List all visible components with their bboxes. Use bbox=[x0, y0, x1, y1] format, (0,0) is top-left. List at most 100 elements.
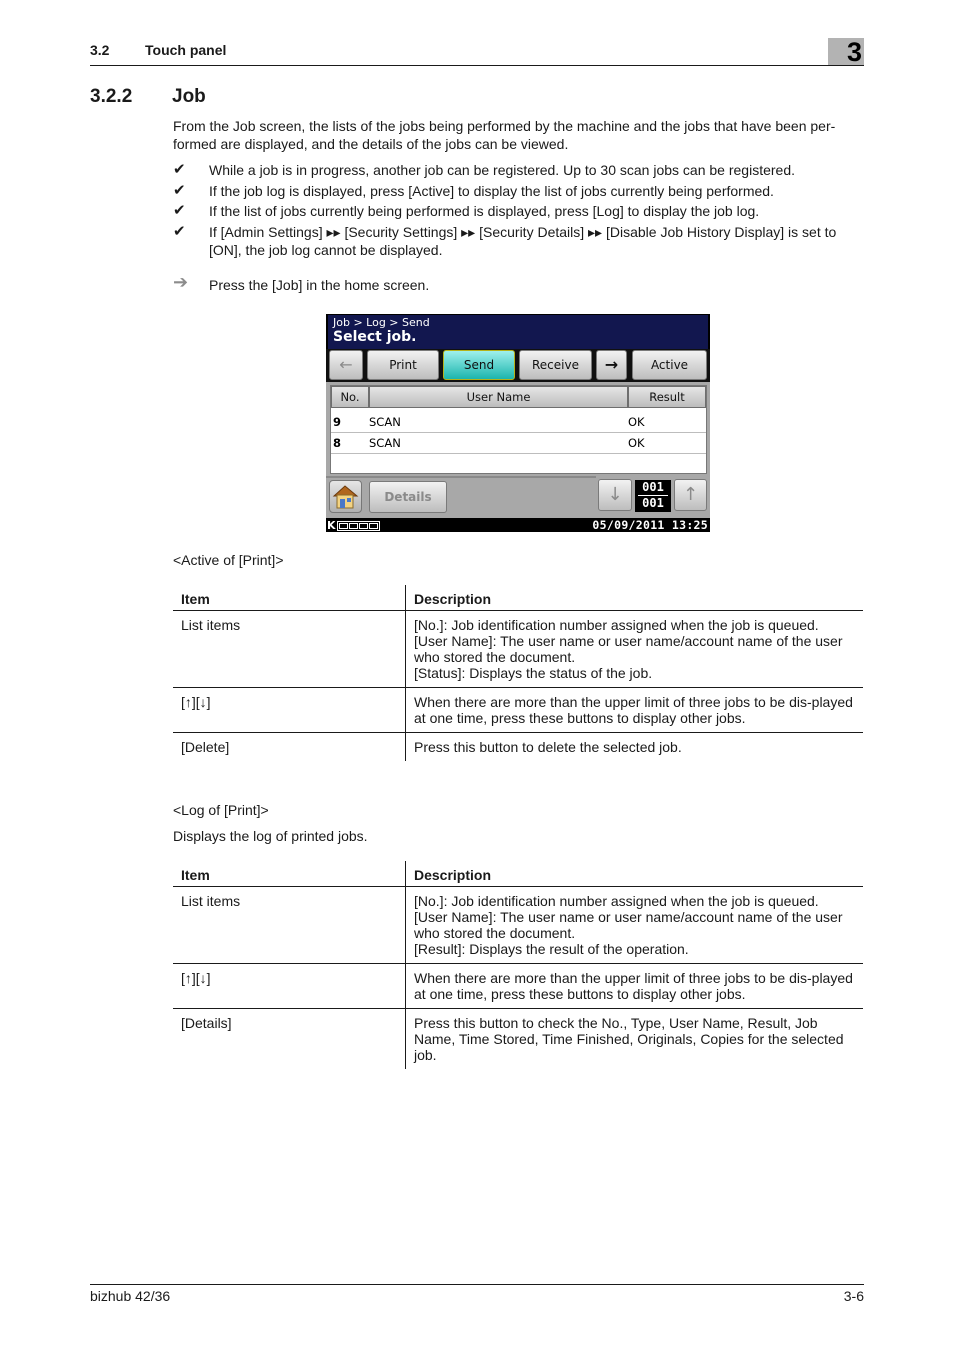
header-item: Item bbox=[181, 867, 210, 883]
arrow-right-icon: → bbox=[604, 355, 619, 374]
toner-level-icon bbox=[337, 521, 380, 531]
chapter-number: 3 bbox=[846, 37, 862, 67]
job-number: 9 bbox=[333, 415, 342, 429]
row-description: [No.]: Job identification number assigne… bbox=[405, 887, 863, 963]
description-line: [Result]: Displays the result of the ope… bbox=[414, 941, 689, 957]
job-row[interactable]: 8 SCAN OK bbox=[331, 433, 706, 454]
arrow-right-icon: ➔ bbox=[173, 272, 189, 292]
section-heading: 3.2.2 Job bbox=[90, 86, 206, 108]
arrow-up-icon: ↑ bbox=[682, 484, 699, 505]
table-row: List items [No.]: Job identification num… bbox=[173, 611, 863, 688]
step-text: Press the [Job] in the home screen. bbox=[209, 277, 430, 293]
description-line: [User Name]: The user name or user name/… bbox=[414, 909, 843, 941]
scroll-down-button[interactable]: ↓ bbox=[598, 479, 632, 511]
section-title: Job bbox=[172, 86, 206, 107]
active-button[interactable]: Active bbox=[632, 350, 707, 380]
procedure-step: ➔ Press the [Job] in the home screen. bbox=[173, 272, 865, 294]
description-line: [Status]: Displays the status of the job… bbox=[414, 665, 653, 681]
job-result: OK bbox=[628, 436, 645, 450]
note-bullet: ✔ While a job is in progress, another jo… bbox=[173, 161, 865, 179]
table-header-row: Item Description bbox=[173, 861, 863, 887]
page-current: 001 bbox=[642, 480, 664, 494]
header-item: Item bbox=[181, 591, 210, 607]
job-result: OK bbox=[628, 415, 645, 429]
row-description: Press this button to delete the selected… bbox=[405, 733, 863, 761]
table-row: [Delete] Press this button to delete the… bbox=[173, 733, 863, 761]
details-button[interactable]: Details bbox=[369, 481, 447, 513]
row-item: List items bbox=[181, 893, 241, 909]
toner-label: K bbox=[327, 519, 336, 532]
description-line: Press this button to delete the selected… bbox=[414, 739, 682, 755]
divider bbox=[326, 476, 596, 478]
checkmark-icon: ✔ bbox=[173, 223, 186, 240]
next-tab-button[interactable]: → bbox=[596, 350, 627, 380]
job-user-name: SCAN bbox=[369, 436, 401, 450]
note-text: While a job is in progress, another job … bbox=[209, 162, 795, 178]
panel-heading: Select job. bbox=[333, 329, 417, 345]
row-item: [Delete] bbox=[181, 739, 230, 755]
column-header-result: Result bbox=[628, 386, 706, 408]
active-print-table: Item Description List items [No.]: Job i… bbox=[173, 585, 863, 761]
page-number: 3-6 bbox=[843, 1288, 864, 1304]
touch-panel-screenshot: Job > Log > Send Select job. ← Print Sen… bbox=[326, 314, 710, 532]
page-total: 001 bbox=[642, 496, 664, 510]
table-intro: Displays the log of printed jobs. bbox=[173, 828, 368, 844]
header-description: Description bbox=[405, 585, 863, 610]
table-header-row: Item Description bbox=[173, 585, 863, 611]
row-description: Press this button to check the No., Type… bbox=[405, 1009, 863, 1069]
home-icon bbox=[332, 485, 359, 509]
checkmark-icon: ✔ bbox=[173, 202, 186, 219]
table-caption: <Log of [Print]> bbox=[173, 802, 269, 818]
table-row: [↑][↓] When there are more than the uppe… bbox=[173, 688, 863, 733]
column-header-no: No. bbox=[331, 386, 369, 408]
tab-print[interactable]: Print bbox=[367, 350, 439, 380]
description-line: When there are more than the upper limit… bbox=[414, 970, 853, 1002]
panel-datetime: 05/09/2011 13:25 bbox=[592, 518, 708, 532]
panel-breadcrumb: Job > Log > Send bbox=[333, 316, 430, 329]
section-number: 3.2.2 bbox=[90, 86, 133, 107]
header-description: Description bbox=[405, 861, 863, 886]
row-description: [No.]: Job identification number assigne… bbox=[405, 611, 863, 687]
row-item: [↑][↓] bbox=[181, 970, 211, 986]
prev-tab-button[interactable]: ← bbox=[329, 350, 363, 380]
column-header-user-name: User Name bbox=[369, 386, 628, 408]
note-bullet: ✔ If [Admin Settings] ▸▸ [Security Setti… bbox=[173, 223, 865, 259]
page-footer: bizhub 42/36 3-6 bbox=[90, 1284, 864, 1304]
description-line: Press this button to check the No., Type… bbox=[414, 1015, 844, 1063]
arrow-left-icon: ← bbox=[339, 355, 353, 374]
panel-status-bar: K 05/09/2011 13:25 bbox=[326, 518, 710, 532]
table-row: List items [No.]: Job identification num… bbox=[173, 887, 863, 964]
panel-title-bar: Job > Log > Send Select job. bbox=[328, 315, 708, 349]
panel-tab-bar: ← Print Send Receive → Active bbox=[326, 349, 710, 382]
description-line: When there are more than the upper limit… bbox=[414, 694, 853, 726]
note-text: If [Admin Settings] ▸▸ [Security Setting… bbox=[209, 224, 837, 258]
row-description: When there are more than the upper limit… bbox=[405, 688, 863, 732]
scroll-up-button[interactable]: ↑ bbox=[674, 479, 707, 511]
checkmark-icon: ✔ bbox=[173, 182, 186, 199]
job-list: No. User Name Result 9 SCAN OK 8 SCAN OK bbox=[330, 385, 707, 474]
row-description: When there are more than the upper limit… bbox=[405, 964, 863, 1008]
row-item: [↑][↓] bbox=[181, 694, 211, 710]
log-print-table: Item Description List items [No.]: Job i… bbox=[173, 861, 863, 1069]
product-name: bizhub 42/36 bbox=[90, 1288, 171, 1304]
checkmark-icon: ✔ bbox=[173, 161, 186, 178]
description-line: [User Name]: The user name or user name/… bbox=[414, 633, 843, 665]
tab-send[interactable]: Send bbox=[443, 350, 515, 380]
table-row: [↑][↓] When there are more than the uppe… bbox=[173, 964, 863, 1009]
page-counter: 001 001 bbox=[635, 480, 671, 512]
note-bullet: ✔ If the job log is displayed, press [Ac… bbox=[173, 182, 865, 200]
job-row[interactable]: 9 SCAN OK bbox=[331, 412, 706, 433]
note-bullet: ✔ If the list of jobs currently being pe… bbox=[173, 202, 865, 220]
table-caption: <Active of [Print]> bbox=[173, 552, 284, 568]
running-header: 3.2 Touch panel 3 bbox=[90, 37, 864, 67]
table-row: [Details] Press this button to check the… bbox=[173, 1009, 863, 1069]
header-section-number: 3.2 bbox=[90, 42, 110, 58]
arrow-down-icon: ↓ bbox=[607, 484, 623, 505]
tab-receive[interactable]: Receive bbox=[519, 350, 592, 380]
row-item: List items bbox=[181, 617, 241, 633]
job-number: 8 bbox=[333, 436, 342, 450]
description-line: [No.]: Job identification number assigne… bbox=[414, 893, 819, 909]
header-section-title: Touch panel bbox=[145, 42, 227, 58]
home-button[interactable] bbox=[329, 480, 362, 513]
note-text: If the list of jobs currently being perf… bbox=[209, 203, 760, 219]
